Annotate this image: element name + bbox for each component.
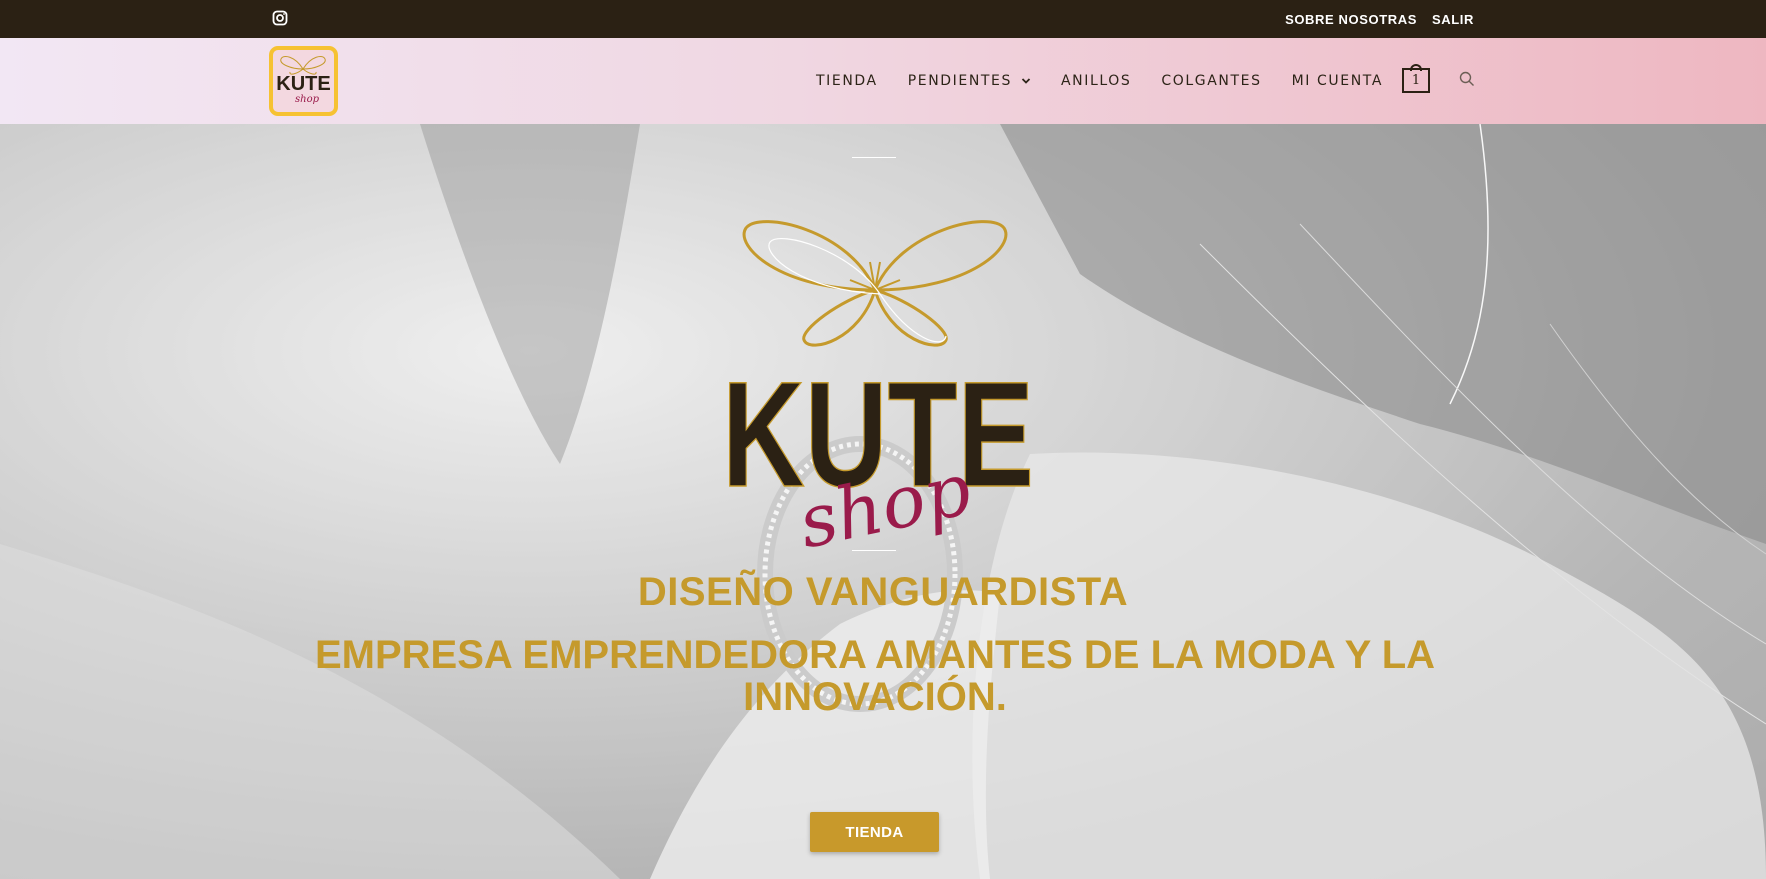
cart-count: 1 — [1411, 73, 1421, 88]
salir-link[interactable]: SALIR — [1432, 12, 1474, 27]
instagram-icon[interactable] — [272, 10, 288, 26]
nav-mi-cuenta[interactable]: MI CUENTA — [1292, 73, 1383, 89]
hero-heading: DISEÑO VANGUARDISTA — [637, 570, 1129, 614]
svg-text:shop: shop — [295, 94, 320, 105]
sobre-nosotras-link[interactable]: SOBRE NOSOTRAS — [1285, 12, 1417, 27]
nav-pendientes-label: PENDIENTES — [907, 73, 1012, 89]
hero-section: KUTE shop DISEÑO VANGUARDISTA EMPRESA EM… — [0, 124, 1766, 879]
site-header: KUTE shop TIENDA PENDIENTES ANILLOS COLG… — [0, 38, 1766, 124]
site-logo[interactable]: KUTE shop — [269, 46, 338, 116]
svg-text:KUTE: KUTE — [276, 73, 330, 95]
nav-pendientes[interactable]: PENDIENTES — [908, 73, 1031, 89]
search-icon[interactable] — [1459, 71, 1475, 87]
nav-anillos[interactable]: ANILLOS — [1061, 73, 1131, 89]
hero-subheading: EMPRESA EMPRENDEDORA AMANTES DE LA MODA … — [314, 633, 1436, 719]
chevron-down-icon — [1021, 78, 1031, 84]
nav-tienda[interactable]: TIENDA — [816, 73, 878, 89]
top-divider — [852, 157, 896, 158]
hero-logo: KUTE shop — [721, 220, 1035, 565]
nav-colgantes[interactable]: COLGANTES — [1161, 73, 1261, 89]
tienda-button[interactable]: TIENDA — [810, 812, 939, 852]
top-bar: SOBRE NOSOTRAS SALIR — [0, 0, 1766, 38]
main-nav: TIENDA PENDIENTES ANILLOS COLGANTES MI C… — [816, 38, 1413, 124]
logo-graphic: KUTE shop — [276, 56, 331, 105]
top-links: SOBRE NOSOTRAS SALIR — [1285, 0, 1474, 38]
cart-button[interactable]: 1 — [1402, 64, 1430, 93]
bottom-divider — [852, 550, 896, 551]
